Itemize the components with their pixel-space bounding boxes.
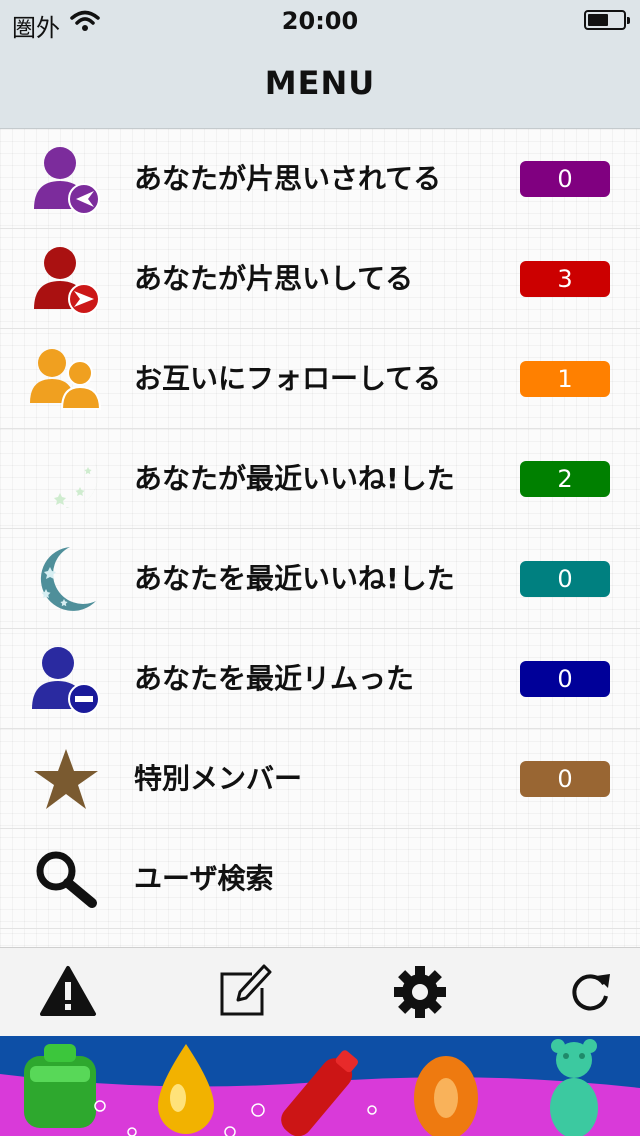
green-crescent-moon-icon <box>44 453 98 508</box>
teal-crescent-moon-icon <box>40 547 96 611</box>
menu-item-label: あなたを最近リムった <box>134 662 415 695</box>
menu-item-one-sided-following[interactable]: あなたが片思いしてる 3 <box>0 229 640 329</box>
menu-item-liked-recently[interactable]: あなたが最近いいね!した 2 <box>0 429 640 529</box>
menu-item-label: 特別メンバー <box>134 762 303 795</box>
count-badge: 3 <box>520 261 610 297</box>
page-title: MENU <box>264 64 376 102</box>
magnifier-icon <box>36 851 97 908</box>
toolbar <box>0 947 640 1036</box>
status-bar: 圏外 20:00 <box>0 0 640 42</box>
count-badge: 0 <box>520 561 610 597</box>
person-arrow-in-icon <box>34 147 100 215</box>
menu-item-label: あなたが片思いしてる <box>134 262 414 295</box>
menu-item-one-sided-followed[interactable]: あなたが片思いされてる 0 <box>0 129 640 229</box>
menu-item-label: あなたを最近いいね!した <box>134 562 455 595</box>
person-minus-icon <box>32 647 100 715</box>
person-arrow-out-icon <box>34 247 100 315</box>
menu-list: あなたが片思いされてる 0 あなたが片思いしてる 3 お互いにフォローしてる 1 <box>0 129 640 947</box>
two-people-icon <box>30 349 102 410</box>
warning-icon[interactable] <box>38 962 98 1022</box>
menu-item-label: あなたが片思いされてる <box>134 162 442 195</box>
menu-item-liked-you-recently[interactable]: あなたを最近いいね!した 0 <box>0 529 640 629</box>
count-badge: 0 <box>520 761 610 797</box>
menu-item-removed-recently[interactable]: あなたを最近リムった 0 <box>0 629 640 729</box>
count-badge: 2 <box>520 461 610 497</box>
menu-item-label: お互いにフォローしてる <box>134 362 442 395</box>
gear-icon[interactable] <box>390 962 450 1022</box>
menu-item-user-search[interactable]: ユーザ検索 <box>0 829 640 929</box>
compose-icon[interactable] <box>214 962 274 1022</box>
battery-icon <box>584 10 630 30</box>
menu-item-label: ユーザ検索 <box>134 862 274 895</box>
count-badge: 0 <box>520 661 610 697</box>
menu-item-label: あなたが最近いいね!した <box>134 462 455 495</box>
menu-item-mutual-follow[interactable]: お互いにフォローしてる 1 <box>0 329 640 429</box>
count-badge: 0 <box>520 161 610 197</box>
star-icon <box>34 749 98 809</box>
candy-ad-banner[interactable] <box>0 1036 640 1136</box>
header: 圏外 20:00 MENU <box>0 0 640 129</box>
menu-item-special-members[interactable]: 特別メンバー 0 <box>0 729 640 829</box>
count-badge: 1 <box>520 361 610 397</box>
status-time: 20:00 <box>281 7 359 35</box>
candy-illustration <box>0 1036 640 1136</box>
refresh-icon[interactable] <box>560 962 620 1022</box>
